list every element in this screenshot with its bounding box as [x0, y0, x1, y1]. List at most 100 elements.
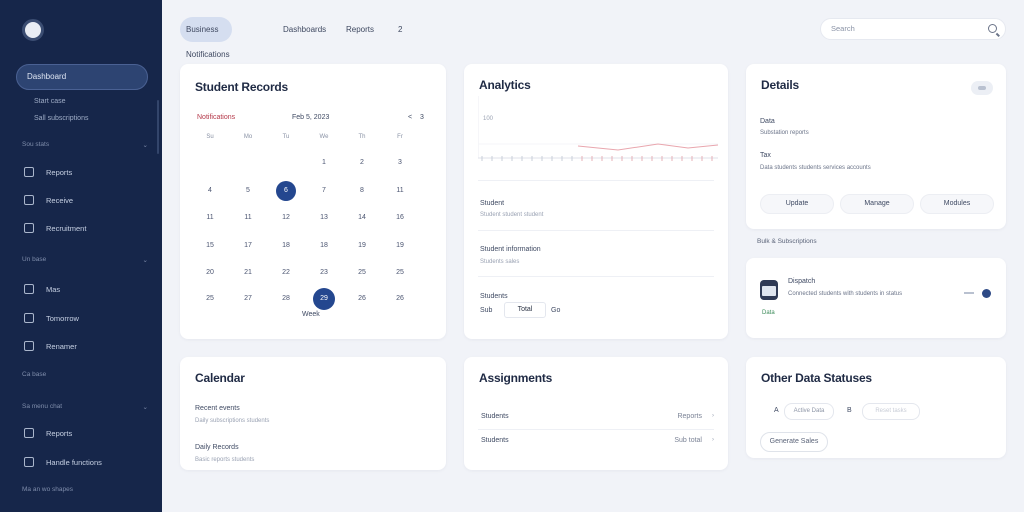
sidebar-scrollbar[interactable]: [157, 100, 159, 154]
list-item-sub: Basic reports students: [195, 457, 255, 463]
card-title: Other Data Statuses: [761, 371, 872, 385]
calendar-day[interactable]: 25: [352, 263, 372, 283]
calendar-day[interactable]: 18: [276, 236, 296, 256]
chip-label: A: [774, 407, 779, 414]
modules-button[interactable]: Modules: [920, 194, 994, 214]
chevron-down-icon: ⌄: [142, 404, 148, 411]
reset-tasks-chip[interactable]: Reset tasks: [862, 403, 920, 420]
sidebar-item-tomorrow[interactable]: Tomorrow: [24, 313, 79, 323]
sidebar-item-dashboard[interactable]: Dashboard: [16, 64, 148, 90]
document-icon: [24, 167, 34, 177]
calendar-day[interactable]: 23: [314, 263, 334, 283]
row-value[interactable]: Sub total: [674, 437, 702, 444]
sidebar-item-reports[interactable]: Reports: [24, 167, 72, 177]
sidebar-item-reports-2[interactable]: Reports: [24, 428, 72, 438]
calendar-day[interactable]: 8: [352, 181, 372, 201]
analytics-item-sub: Students sales: [480, 259, 520, 265]
calendar-day[interactable]: 15: [200, 236, 220, 256]
tab-reports[interactable]: Reports: [346, 17, 374, 42]
sidebar-section-header[interactable]: Sa menu chat ⌄: [22, 403, 148, 411]
sidebar-subitem[interactable]: Start case: [34, 98, 66, 105]
calendar-day[interactable]: 6: [276, 181, 296, 201]
row-label: Students: [481, 437, 509, 444]
go-button[interactable]: Go: [551, 307, 560, 314]
tab-more[interactable]: 2: [398, 17, 402, 42]
folder-icon: [24, 284, 34, 294]
sidebar: Dashboard Start case Sall subscriptions …: [0, 0, 162, 512]
manage-button[interactable]: Manage: [840, 194, 914, 214]
weekday-label: Th: [358, 134, 366, 140]
analytics-item-title[interactable]: Student information: [480, 246, 541, 253]
chart-icon: [24, 457, 34, 467]
sidebar-item-recruitment[interactable]: Recruitment: [24, 223, 86, 233]
calendar-day[interactable]: 1: [314, 153, 334, 173]
calendar-day[interactable]: 14: [352, 208, 372, 228]
calendar-day[interactable]: 17: [238, 236, 258, 256]
calendar-day[interactable]: 16: [390, 208, 410, 228]
sidebar-section-header[interactable]: Sou stats ⌄: [22, 141, 148, 149]
toggle-switch[interactable]: [971, 81, 993, 95]
calendar-day[interactable]: 4: [200, 181, 220, 201]
prev-month-button[interactable]: <: [408, 114, 412, 121]
notification-title: Dispatch: [788, 278, 816, 285]
total-input[interactable]: Total: [504, 302, 546, 318]
sidebar-item-renamer[interactable]: Renamer: [24, 341, 77, 351]
calendar-day[interactable]: 3: [390, 153, 410, 173]
sidebar-item-receive[interactable]: Receive: [24, 195, 73, 205]
active-data-chip[interactable]: Active Data: [784, 403, 834, 420]
weekday-label: Tu: [282, 134, 290, 140]
calendar-day[interactable]: 13: [314, 208, 334, 228]
search-icon[interactable]: [988, 24, 997, 33]
generate-sales-button[interactable]: Generate Sales: [760, 432, 828, 452]
calendar-day[interactable]: 12: [276, 208, 296, 228]
row-value[interactable]: Reports: [677, 413, 702, 420]
weekday-label: Su: [206, 134, 214, 140]
progress-line: [964, 292, 974, 294]
folder-icon: [24, 313, 34, 323]
calendar-day[interactable]: 21: [238, 263, 258, 283]
calendar-footer[interactable]: Week: [302, 311, 320, 318]
calendar-day[interactable]: 11: [390, 181, 410, 201]
tab-business-notifications[interactable]: Business Notifications: [180, 17, 232, 59]
sidebar-section-header[interactable]: Ma an wo shapes: [22, 486, 148, 493]
calendar-day[interactable]: 2: [352, 153, 372, 173]
calendar-day[interactable]: 27: [238, 289, 258, 309]
chip-label: B: [847, 407, 852, 414]
calendar-day[interactable]: 28: [276, 289, 296, 309]
calendar-day[interactable]: 22: [276, 263, 296, 283]
calendar-day[interactable]: 26: [390, 289, 410, 309]
sidebar-section-header[interactable]: Un base ⌄: [22, 256, 148, 264]
analytics-item-title[interactable]: Students: [480, 293, 508, 300]
calendar-summary-card: Calendar Recent events Daily subscriptio…: [180, 357, 446, 470]
calendar-day[interactable]: 25: [200, 289, 220, 309]
calendar-day[interactable]: 19: [390, 236, 410, 256]
calendar-day[interactable]: 11: [238, 208, 258, 228]
sidebar-subitem[interactable]: Sall subscriptions: [34, 115, 88, 122]
sidebar-section-header[interactable]: Ca base: [22, 371, 148, 378]
detail-value: Substation reports: [760, 130, 809, 136]
calendar-day[interactable]: 7: [314, 181, 334, 201]
calendar-day[interactable]: 26: [352, 289, 372, 309]
sidebar-item-mas[interactable]: Mas: [24, 284, 60, 294]
calendar-day[interactable]: 19: [352, 236, 372, 256]
calendar-day[interactable]: 29: [313, 288, 335, 310]
list-item-title[interactable]: Recent events: [195, 405, 240, 412]
calendar-day[interactable]: 11: [200, 208, 220, 228]
search-input[interactable]: Search: [820, 18, 1006, 40]
notifications-label[interactable]: Notifications: [197, 114, 235, 121]
chevron-right-icon[interactable]: ›: [712, 413, 714, 419]
next-month-button[interactable]: 3: [420, 114, 424, 121]
calendar-day[interactable]: 20: [200, 263, 220, 283]
calendar-day[interactable]: 18: [314, 236, 334, 256]
calendar-day[interactable]: 5: [238, 181, 258, 201]
card-title: Calendar: [195, 371, 245, 385]
assignments-card: Assignments Students Reports › Students …: [464, 357, 728, 470]
sidebar-item-handle-functions[interactable]: Handle functions: [24, 457, 102, 467]
tab-dashboards[interactable]: Dashboards: [283, 17, 326, 42]
list-item-title[interactable]: Daily Records: [195, 444, 239, 451]
calendar-day[interactable]: 25: [390, 263, 410, 283]
user-avatar[interactable]: [22, 19, 44, 41]
chevron-right-icon[interactable]: ›: [712, 437, 714, 443]
analytics-item-title[interactable]: Student: [480, 200, 504, 207]
update-button[interactable]: Update: [760, 194, 834, 214]
